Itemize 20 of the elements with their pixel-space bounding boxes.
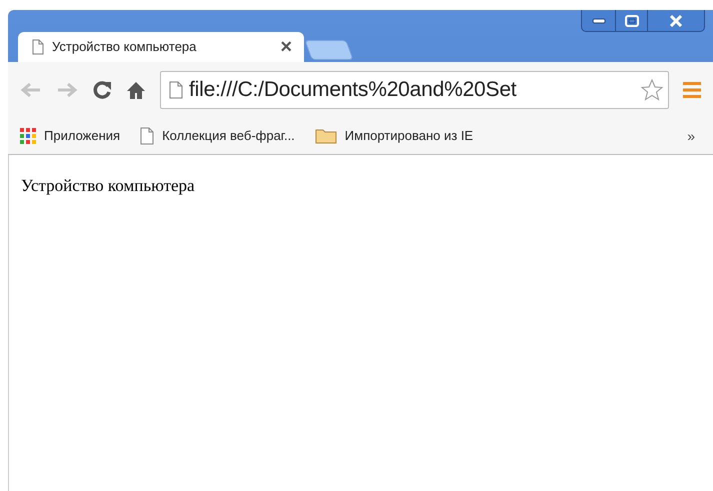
apps-grid-icon [20, 128, 36, 144]
tab-title: Устройство компьютера [52, 38, 198, 56]
page-text: Устройство компьютера [21, 175, 196, 197]
url-text: file:///C:/Documents%20and%20Set [189, 77, 518, 104]
bookmarks-overflow-button[interactable]: » [687, 126, 695, 146]
bookmark-item[interactable]: Коллекция веб-фраг... [140, 126, 295, 146]
page-icon [140, 127, 154, 145]
new-tab-button[interactable] [304, 40, 354, 60]
tab-close-button[interactable]: × [280, 37, 292, 57]
home-icon[interactable] [126, 81, 146, 99]
reload-icon[interactable] [92, 80, 112, 100]
bookmark-item[interactable]: Импортировано из IE [314, 126, 474, 146]
menu-icon[interactable] [683, 81, 701, 99]
browser-tab[interactable]: Устройство компьютера × [18, 32, 304, 62]
star-icon[interactable] [640, 78, 664, 102]
folder-icon [314, 128, 337, 144]
page-icon [32, 39, 44, 55]
page-icon [169, 81, 183, 99]
address-field[interactable]: file:///C:/Documents%20and%20Set [160, 71, 669, 109]
bookmark-item[interactable]: Приложения [20, 126, 120, 146]
